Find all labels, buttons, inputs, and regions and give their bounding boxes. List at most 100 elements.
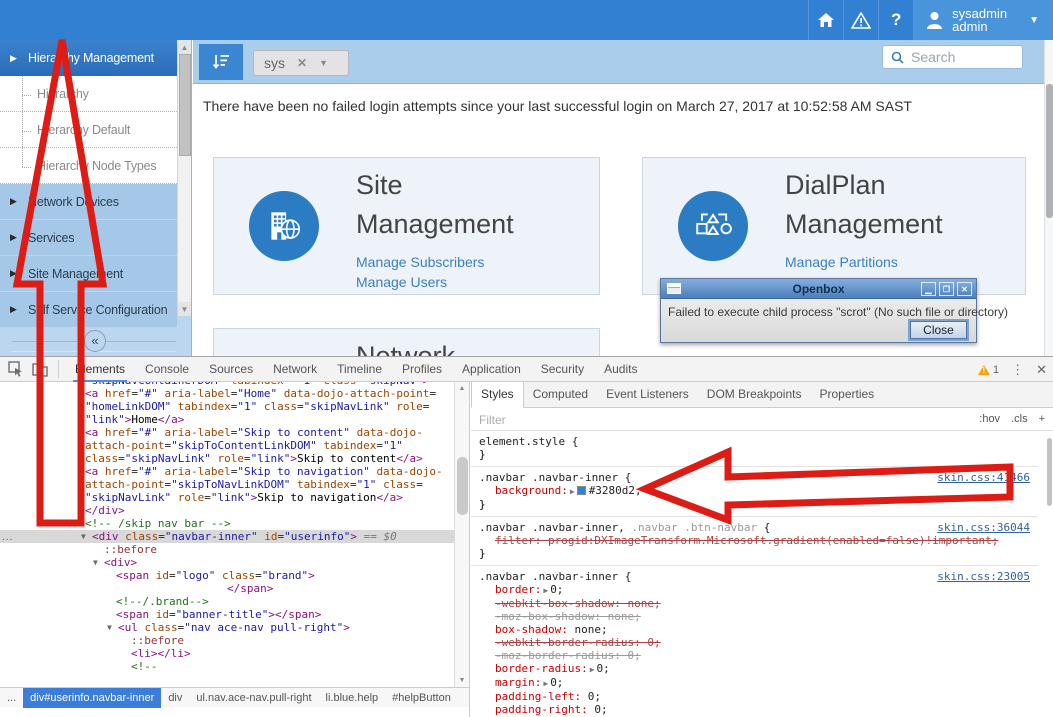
sidebar-section[interactable]: ▶Services xyxy=(0,220,177,256)
dom-tree-line[interactable]: class="skipNavLink" role="link">Skip to … xyxy=(0,452,455,465)
minimize-icon[interactable]: ▁ xyxy=(921,282,936,296)
dom-tree-line[interactable]: ▼<div> xyxy=(0,556,455,569)
css-property[interactable]: padding-left:▶ 0; xyxy=(479,690,1030,703)
css-source-link[interactable]: skin.css:23005 xyxy=(937,570,1030,583)
dom-tree-line[interactable]: <span id="logo" class="brand"> xyxy=(0,569,455,582)
styles-pane-tab[interactable]: DOM Breakpoints xyxy=(698,382,811,407)
dashboard-card[interactable]: DialPlanManagementManage Partitions xyxy=(642,157,1026,295)
dom-tree-line[interactable]: ::before xyxy=(0,634,455,647)
sidebar-section[interactable]: ▶Network Devices xyxy=(0,184,177,220)
user-menu[interactable]: sysadmin admin ▼ xyxy=(913,0,1053,40)
expand-arrow-icon[interactable]: ▶ xyxy=(588,665,597,674)
card-link[interactable]: Manage Partitions xyxy=(785,252,898,272)
breadcrumb-item[interactable]: div xyxy=(161,688,189,708)
hov-toggle[interactable]: :hov xyxy=(979,413,1000,425)
dashboard-card[interactable]: SiteManagementManage SubscribersManage U… xyxy=(213,157,600,295)
scroll-down-icon[interactable]: ▼ xyxy=(178,302,191,316)
dashboard-card[interactable]: Network xyxy=(213,328,600,356)
tab-sys[interactable]: sys ✕ ▼ xyxy=(253,50,349,76)
dom-tree-line[interactable]: "skipNavLink" role="link">Skip to naviga… xyxy=(0,491,455,504)
breadcrumb-item[interactable]: ... xyxy=(0,688,23,708)
css-property[interactable]: -moz-box-shadow:▶ none; xyxy=(479,610,1030,623)
dom-tree-line[interactable]: ▼<ul class="nav ace-nav pull-right"> xyxy=(0,621,455,634)
inspect-element-icon[interactable] xyxy=(8,361,24,377)
devtools-tab[interactable]: Network xyxy=(263,357,327,382)
css-property[interactable]: -webkit-box-shadow:▶ none; xyxy=(479,597,1030,610)
sidebar-subitem[interactable]: Hierarchy Node Types xyxy=(0,148,177,184)
expand-arrow-icon[interactable]: ▶ xyxy=(541,679,550,688)
dom-tree-line[interactable]: "link">Home</a> xyxy=(0,413,455,426)
expand-arrow-icon[interactable]: ▶ xyxy=(568,487,577,496)
add-style-button[interactable]: + xyxy=(1039,413,1045,425)
dom-tree-line[interactable]: <!-- /skip nav bar --> xyxy=(0,517,455,530)
scroll-up-icon[interactable]: ▲ xyxy=(178,40,191,54)
css-property[interactable]: border:▶0; xyxy=(479,583,1030,597)
css-property[interactable]: box-shadow:▶ none; xyxy=(479,623,1030,636)
dom-tree-line[interactable]: <a href="#" aria-label="Home" data-dojo-… xyxy=(0,387,455,400)
main-scroll-thumb[interactable] xyxy=(1046,84,1053,218)
dom-tree-line[interactable]: <!-- xyxy=(0,660,455,673)
devtools-menu-icon[interactable]: ⋮ xyxy=(1011,362,1024,378)
devtools-tab[interactable]: Profiles xyxy=(392,357,452,382)
devtools-tab[interactable]: Sources xyxy=(199,357,263,382)
css-property[interactable]: border-radius:▶0; xyxy=(479,662,1030,676)
dom-tree-line[interactable]: "homeLinkDOM" tabindex="1" class="skipNa… xyxy=(0,400,455,413)
sort-button[interactable] xyxy=(199,44,243,80)
devtools-tab[interactable]: Application xyxy=(452,357,531,382)
expand-arrow-icon[interactable]: ▶ xyxy=(541,586,550,595)
dom-tree-line[interactable]: </span> xyxy=(0,582,455,595)
elements-scroll-thumb[interactable] xyxy=(457,457,468,515)
sidebar-scroll-thumb[interactable] xyxy=(179,54,191,156)
devtools-tab[interactable]: Security xyxy=(531,357,594,382)
color-swatch[interactable] xyxy=(577,486,586,495)
css-source-link[interactable]: skin.css:36044 xyxy=(937,521,1030,534)
sidebar-subitem[interactable]: Hierarchy Default xyxy=(0,112,177,148)
css-selector[interactable]: element.style { xyxy=(479,435,1030,448)
expand-toggle-icon[interactable]: ▼ xyxy=(93,556,98,569)
sidebar-section[interactable]: ▶Site Management xyxy=(0,256,177,292)
help-button[interactable]: ? xyxy=(878,0,913,40)
dom-tree-line[interactable]: <li></li> xyxy=(0,647,455,660)
user-caret-icon[interactable]: ▼ xyxy=(1029,15,1039,26)
cls-toggle[interactable]: .cls xyxy=(1011,413,1028,425)
breadcrumb-item[interactable]: #helpButton xyxy=(385,688,458,708)
styles-pane-tab[interactable]: Computed xyxy=(524,382,597,407)
css-source-link[interactable]: skin.css:41466 xyxy=(937,471,1030,484)
styles-pane-tab[interactable]: Styles xyxy=(471,382,524,408)
sidebar-collapse-button[interactable]: « xyxy=(84,330,106,352)
card-link[interactable]: Manage Users xyxy=(356,272,484,292)
css-property[interactable]: margin:▶0; xyxy=(479,676,1030,690)
css-property[interactable]: padding-right:▶ 0; xyxy=(479,703,1030,716)
dom-tree-line[interactable]: ▼<div class="navbar-inner" id="userinfo"… xyxy=(0,530,455,543)
dom-tree-line[interactable]: <a href="#" aria-label="Skip to content"… xyxy=(0,426,455,439)
breadcrumb-item[interactable]: li.blue.help xyxy=(319,688,386,708)
dom-tree-line[interactable]: attach-point="skipToContentLinkDOM" tabi… xyxy=(0,439,455,452)
device-toolbar-icon[interactable] xyxy=(32,361,48,377)
dialog-titlebar[interactable]: Openbox ▁ ❐ ✕ xyxy=(661,279,976,299)
devtools-tab[interactable]: Timeline xyxy=(327,357,392,382)
css-property[interactable]: filter:▶ progid:DXImageTransform.Microso… xyxy=(479,534,1030,547)
styles-pane-tab[interactable]: Properties xyxy=(810,382,883,407)
styles-filter-input[interactable]: Filter xyxy=(479,413,506,427)
dom-tree-line[interactable]: <a href="#" aria-label="Skip to navigati… xyxy=(0,465,455,478)
expand-toggle-icon[interactable]: ▼ xyxy=(81,530,86,543)
devtools-tab[interactable]: Audits xyxy=(594,357,647,382)
dialog-close-button[interactable]: Close xyxy=(910,321,967,339)
console-warning-badge[interactable]: 1 xyxy=(978,364,999,376)
dom-tree-line[interactable]: attach-point="skipToNavLinkDOM" tabindex… xyxy=(0,478,455,491)
expand-toggle-icon[interactable]: ▼ xyxy=(107,621,112,634)
elements-scrollbar[interactable]: ▲ ▼ xyxy=(454,382,469,687)
styles-pane-tab[interactable]: Event Listeners xyxy=(597,382,698,407)
devtools-tab[interactable]: Console xyxy=(135,357,199,382)
breadcrumb-item[interactable]: div#userinfo.navbar-inner xyxy=(23,688,161,708)
dom-tree-line[interactable]: <span id="banner-title"></span> xyxy=(0,608,455,621)
card-link[interactable]: Manage Subscribers xyxy=(356,252,484,272)
search-input[interactable]: Search xyxy=(882,45,1023,69)
styles-scrollbar[interactable] xyxy=(1046,431,1053,717)
sidebar-item-hierarchy-management[interactable]: ▶Hierarchy Management xyxy=(0,40,177,76)
maximize-icon[interactable]: ❐ xyxy=(939,282,954,296)
overflow-dots[interactable]: ... xyxy=(2,532,13,543)
dom-tree-line[interactable]: <!--/.brand--> xyxy=(0,595,455,608)
home-button[interactable] xyxy=(808,0,843,40)
close-icon[interactable]: ✕ xyxy=(957,282,972,296)
